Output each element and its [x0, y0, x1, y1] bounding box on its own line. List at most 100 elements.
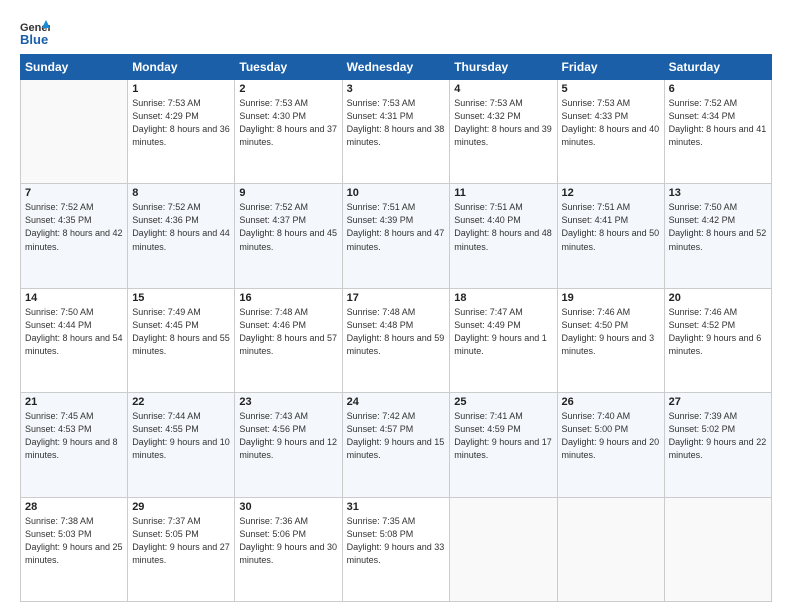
- calendar-cell: 25 Sunrise: 7:41 AMSunset: 4:59 PMDayligh…: [450, 393, 557, 497]
- calendar-table: SundayMondayTuesdayWednesdayThursdayFrid…: [20, 54, 772, 602]
- day-number: 22: [132, 396, 230, 408]
- day-number: 4: [454, 83, 552, 95]
- day-number: 3: [347, 83, 446, 95]
- weekday-header: Monday: [128, 55, 235, 80]
- weekday-header: Sunday: [21, 55, 128, 80]
- calendar-cell: 21 Sunrise: 7:45 AMSunset: 4:53 PMDayligh…: [21, 393, 128, 497]
- calendar-cell: 29 Sunrise: 7:37 AMSunset: 5:05 PMDayligh…: [128, 497, 235, 601]
- day-info: Sunrise: 7:35 AMSunset: 5:08 PMDaylight:…: [347, 515, 446, 567]
- day-number: 23: [239, 396, 337, 408]
- day-number: 7: [25, 187, 123, 199]
- day-number: 13: [669, 187, 767, 199]
- day-number: 31: [347, 501, 446, 513]
- day-info: Sunrise: 7:52 AMSunset: 4:35 PMDaylight:…: [25, 201, 123, 253]
- day-number: 6: [669, 83, 767, 95]
- day-number: 12: [562, 187, 660, 199]
- day-info: Sunrise: 7:50 AMSunset: 4:44 PMDaylight:…: [25, 306, 123, 358]
- weekday-header: Saturday: [664, 55, 771, 80]
- day-info: Sunrise: 7:41 AMSunset: 4:59 PMDaylight:…: [454, 410, 552, 462]
- day-info: Sunrise: 7:53 AMSunset: 4:32 PMDaylight:…: [454, 97, 552, 149]
- day-info: Sunrise: 7:52 AMSunset: 4:36 PMDaylight:…: [132, 201, 230, 253]
- day-info: Sunrise: 7:48 AMSunset: 4:48 PMDaylight:…: [347, 306, 446, 358]
- calendar-cell: [450, 497, 557, 601]
- day-number: 11: [454, 187, 552, 199]
- calendar-cell: 3 Sunrise: 7:53 AMSunset: 4:31 PMDaylight…: [342, 80, 450, 184]
- page: General Blue SundayMondayTuesdayWednesda…: [0, 0, 792, 612]
- day-number: 29: [132, 501, 230, 513]
- day-info: Sunrise: 7:51 AMSunset: 4:41 PMDaylight:…: [562, 201, 660, 253]
- calendar-cell: 15 Sunrise: 7:49 AMSunset: 4:45 PMDayligh…: [128, 288, 235, 392]
- day-number: 21: [25, 396, 123, 408]
- calendar-cell: 6 Sunrise: 7:52 AMSunset: 4:34 PMDaylight…: [664, 80, 771, 184]
- day-info: Sunrise: 7:44 AMSunset: 4:55 PMDaylight:…: [132, 410, 230, 462]
- header: General Blue: [20, 18, 772, 46]
- logo-icon: General Blue: [20, 18, 50, 46]
- day-info: Sunrise: 7:45 AMSunset: 4:53 PMDaylight:…: [25, 410, 123, 462]
- day-info: Sunrise: 7:53 AMSunset: 4:31 PMDaylight:…: [347, 97, 446, 149]
- calendar-cell: [664, 497, 771, 601]
- calendar-row: 14 Sunrise: 7:50 AMSunset: 4:44 PMDayligh…: [21, 288, 772, 392]
- calendar-cell: 7 Sunrise: 7:52 AMSunset: 4:35 PMDaylight…: [21, 184, 128, 288]
- calendar-row: 28 Sunrise: 7:38 AMSunset: 5:03 PMDayligh…: [21, 497, 772, 601]
- calendar-cell: 13 Sunrise: 7:50 AMSunset: 4:42 PMDayligh…: [664, 184, 771, 288]
- day-number: 10: [347, 187, 446, 199]
- day-number: 15: [132, 292, 230, 304]
- day-number: 17: [347, 292, 446, 304]
- day-info: Sunrise: 7:46 AMSunset: 4:50 PMDaylight:…: [562, 306, 660, 358]
- day-number: 18: [454, 292, 552, 304]
- calendar-row: 1 Sunrise: 7:53 AMSunset: 4:29 PMDaylight…: [21, 80, 772, 184]
- day-info: Sunrise: 7:50 AMSunset: 4:42 PMDaylight:…: [669, 201, 767, 253]
- calendar-cell: 8Sunrise: 7:52 AMSunset: 4:36 PMDaylight…: [128, 184, 235, 288]
- calendar-cell: 31 Sunrise: 7:35 AMSunset: 5:08 PMDayligh…: [342, 497, 450, 601]
- day-number: 14: [25, 292, 123, 304]
- calendar-cell: 11Sunrise: 7:51 AMSunset: 4:40 PMDayligh…: [450, 184, 557, 288]
- day-number: 24: [347, 396, 446, 408]
- calendar-row: 7 Sunrise: 7:52 AMSunset: 4:35 PMDaylight…: [21, 184, 772, 288]
- day-info: Sunrise: 7:36 AMSunset: 5:06 PMDaylight:…: [239, 515, 337, 567]
- day-info: Sunrise: 7:53 AMSunset: 4:33 PMDaylight:…: [562, 97, 660, 149]
- day-info: Sunrise: 7:37 AMSunset: 5:05 PMDaylight:…: [132, 515, 230, 567]
- calendar-cell: 16 Sunrise: 7:48 AMSunset: 4:46 PMDayligh…: [235, 288, 342, 392]
- calendar-cell: 30 Sunrise: 7:36 AMSunset: 5:06 PMDayligh…: [235, 497, 342, 601]
- svg-text:Blue: Blue: [20, 32, 48, 46]
- day-info: Sunrise: 7:52 AMSunset: 4:37 PMDaylight:…: [239, 201, 337, 253]
- calendar-cell: [21, 80, 128, 184]
- day-info: Sunrise: 7:51 AMSunset: 4:39 PMDaylight:…: [347, 201, 446, 253]
- day-number: 26: [562, 396, 660, 408]
- calendar-cell: 1 Sunrise: 7:53 AMSunset: 4:29 PMDaylight…: [128, 80, 235, 184]
- day-number: 28: [25, 501, 123, 513]
- day-info: Sunrise: 7:39 AMSunset: 5:02 PMDaylight:…: [669, 410, 767, 462]
- calendar-cell: 18 Sunrise: 7:47 AMSunset: 4:49 PMDayligh…: [450, 288, 557, 392]
- day-info: Sunrise: 7:47 AMSunset: 4:49 PMDaylight:…: [454, 306, 552, 358]
- day-number: 9: [239, 187, 337, 199]
- logo: General Blue: [20, 18, 50, 46]
- weekday-header: Tuesday: [235, 55, 342, 80]
- day-number: 30: [239, 501, 337, 513]
- day-number: 16: [239, 292, 337, 304]
- day-info: Sunrise: 7:43 AMSunset: 4:56 PMDaylight:…: [239, 410, 337, 462]
- calendar-cell: 19 Sunrise: 7:46 AMSunset: 4:50 PMDayligh…: [557, 288, 664, 392]
- calendar-row: 21 Sunrise: 7:45 AMSunset: 4:53 PMDayligh…: [21, 393, 772, 497]
- calendar-cell: 24Sunrise: 7:42 AMSunset: 4:57 PMDayligh…: [342, 393, 450, 497]
- day-info: Sunrise: 7:49 AMSunset: 4:45 PMDaylight:…: [132, 306, 230, 358]
- day-number: 20: [669, 292, 767, 304]
- calendar-cell: [557, 497, 664, 601]
- calendar-cell: 17 Sunrise: 7:48 AMSunset: 4:48 PMDayligh…: [342, 288, 450, 392]
- calendar-cell: 26Sunrise: 7:40 AMSunset: 5:00 PMDayligh…: [557, 393, 664, 497]
- weekday-header: Thursday: [450, 55, 557, 80]
- calendar-cell: 2Sunrise: 7:53 AMSunset: 4:30 PMDaylight…: [235, 80, 342, 184]
- calendar-cell: 20 Sunrise: 7:46 AMSunset: 4:52 PMDayligh…: [664, 288, 771, 392]
- day-number: 19: [562, 292, 660, 304]
- day-info: Sunrise: 7:38 AMSunset: 5:03 PMDaylight:…: [25, 515, 123, 567]
- day-number: 1: [132, 83, 230, 95]
- calendar-cell: 10 Sunrise: 7:51 AMSunset: 4:39 PMDayligh…: [342, 184, 450, 288]
- day-info: Sunrise: 7:53 AMSunset: 4:29 PMDaylight:…: [132, 97, 230, 149]
- day-info: Sunrise: 7:48 AMSunset: 4:46 PMDaylight:…: [239, 306, 337, 358]
- calendar-cell: 9 Sunrise: 7:52 AMSunset: 4:37 PMDaylight…: [235, 184, 342, 288]
- day-number: 25: [454, 396, 552, 408]
- day-info: Sunrise: 7:46 AMSunset: 4:52 PMDaylight:…: [669, 306, 767, 358]
- day-number: 27: [669, 396, 767, 408]
- day-info: Sunrise: 7:52 AMSunset: 4:34 PMDaylight:…: [669, 97, 767, 149]
- calendar-cell: 12 Sunrise: 7:51 AMSunset: 4:41 PMDayligh…: [557, 184, 664, 288]
- calendar-cell: 28 Sunrise: 7:38 AMSunset: 5:03 PMDayligh…: [21, 497, 128, 601]
